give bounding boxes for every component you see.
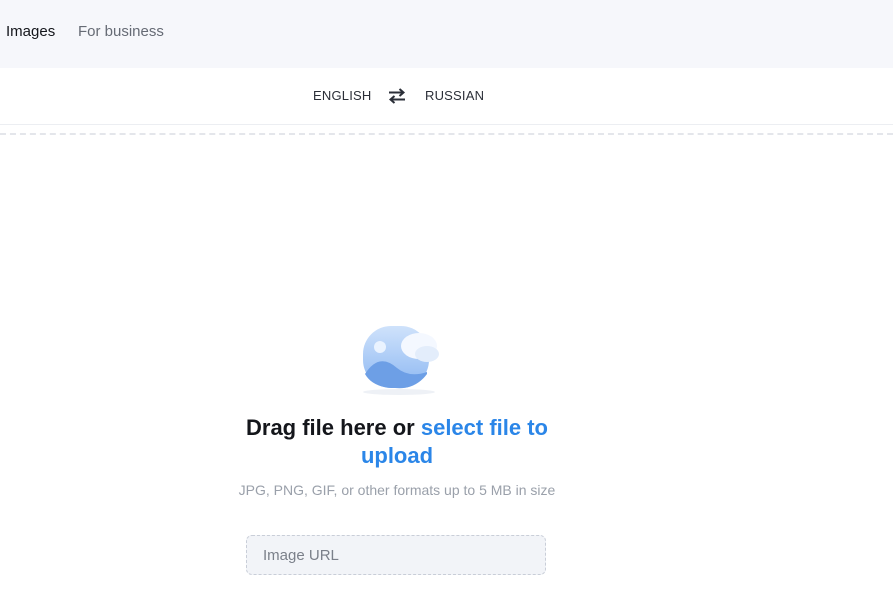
upload-headline: Drag file here or select file to upload — [237, 414, 557, 470]
format-hint: JPG, PNG, GIF, or other formats up to 5 … — [238, 482, 556, 498]
source-language-button[interactable]: ENGLISH — [313, 87, 371, 105]
image-placeholder-icon — [363, 326, 439, 395]
language-bar: ENGLISH RUSSIAN — [0, 68, 893, 125]
tab-images[interactable]: Images — [6, 22, 55, 42]
swap-arrows-icon[interactable] — [388, 87, 406, 105]
dropzone-border — [0, 133, 893, 135]
top-nav: Images For business — [0, 0, 893, 68]
image-url-field[interactable] — [246, 535, 546, 575]
target-language-button[interactable]: RUSSIAN — [425, 87, 484, 105]
image-url-input[interactable] — [247, 536, 545, 574]
tab-for-business[interactable]: For business — [78, 22, 164, 42]
headline-text: Drag file here or — [246, 415, 421, 440]
